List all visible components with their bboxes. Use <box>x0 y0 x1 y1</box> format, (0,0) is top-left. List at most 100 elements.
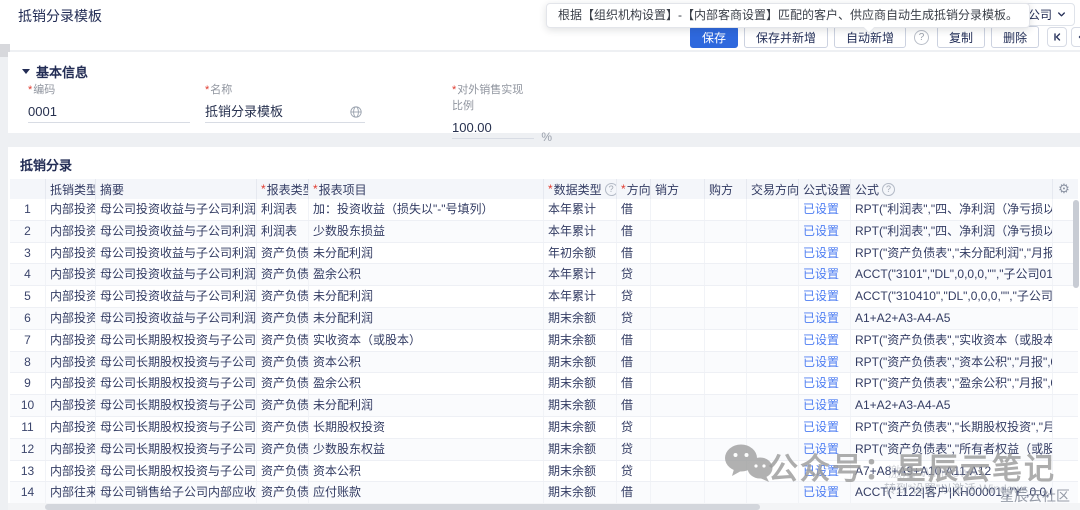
percent-suffix: % <box>541 127 552 147</box>
cell-gear-spacer <box>1053 264 1075 285</box>
cell-trade-direction <box>747 461 799 482</box>
cell-buyer <box>705 352 747 373</box>
cell-summary: 母公司长期股权投资与子公司所有者权益... <box>96 395 257 416</box>
cell-report-type: 资产负债表 <box>257 352 309 373</box>
required-asterisk: * <box>621 182 626 196</box>
globe-icon[interactable] <box>349 105 363 119</box>
formula-set-link[interactable]: 已设置 <box>803 333 839 347</box>
cell-gear-spacer <box>1053 352 1075 373</box>
header-cell-9[interactable]: 公式设置 <box>799 179 851 199</box>
cell-direction: 贷 <box>617 286 651 307</box>
cell-report-type: 利润表 <box>257 221 309 242</box>
cell-report-item: 加：投资收益（损失以"-"号填列） <box>309 199 544 220</box>
column-help-icon[interactable]: ? <box>882 183 895 196</box>
cell-formula: ACCT("3101","DL",0,0,0,"","子公司01") <box>851 264 1053 285</box>
column-settings-cell[interactable]: ⚙ <box>1053 179 1075 199</box>
prev-record-button[interactable] <box>1071 27 1080 47</box>
table-row[interactable]: 14内部往来母公司销售给子公司内部应收账款与应付...资产负债表应付账款期末余额… <box>10 482 1078 504</box>
header-cell-5[interactable]: *方向 <box>617 179 651 199</box>
column-help-icon[interactable]: ? <box>605 183 617 196</box>
cell-formula-set: 已设置 <box>799 286 851 307</box>
table-row[interactable]: 4内部投资母公司投资收益与子公司利润分配的抵销...资产负债表盈余公积本年累计贷… <box>10 264 1078 286</box>
basic-info-card: 基本信息 *编码 0001 *名称 抵销分录模板 *对外销售实现比例 100.0… <box>8 52 1080 133</box>
name-input[interactable]: 抵销分录模板 <box>205 102 365 123</box>
cell-report-item: 盈余公积 <box>309 373 544 394</box>
first-record-button[interactable] <box>1047 27 1067 47</box>
cell-data-type: 期末余额 <box>544 395 617 416</box>
save-and-new-button[interactable]: 保存并新增 <box>744 26 828 48</box>
sales-ratio-input[interactable]: 100.00 % <box>452 118 534 139</box>
vertical-scrollbar-thumb[interactable] <box>1073 200 1079 288</box>
cell-buyer <box>705 330 747 351</box>
header-cell-10[interactable]: 公式? <box>851 179 1053 199</box>
cell-elimination-type: 内部投资 <box>46 221 96 242</box>
gear-icon[interactable]: ⚙ <box>1058 181 1070 197</box>
cell-seller <box>651 308 705 329</box>
column-label: 公式设置 <box>803 181 851 198</box>
formula-set-link[interactable]: 已设置 <box>803 442 839 456</box>
page-title: 抵销分录模板 <box>18 6 102 26</box>
header-cell-3[interactable]: *报表项目 <box>309 179 544 199</box>
cell-seller <box>651 395 705 416</box>
formula-set-link[interactable]: 已设置 <box>803 420 839 434</box>
table-row[interactable]: 2内部投资母公司投资收益与子公司利润分配的抵销...利润表少数股东损益本年累计借… <box>10 221 1078 243</box>
formula-set-link[interactable]: 已设置 <box>803 464 839 478</box>
basic-info-section-toggle[interactable]: 基本信息 <box>22 62 88 81</box>
formula-set-link[interactable]: 已设置 <box>803 289 839 303</box>
formula-set-link[interactable]: 已设置 <box>803 398 839 412</box>
formula-set-link[interactable]: 已设置 <box>803 224 839 238</box>
header-cell-7[interactable]: 购方 <box>705 179 747 199</box>
formula-set-link[interactable]: 已设置 <box>803 311 839 325</box>
cell-summary: 母公司投资收益与子公司利润分配的抵销... <box>96 286 257 307</box>
formula-set-link[interactable]: 已设置 <box>803 246 839 260</box>
header-cell-0[interactable]: 抵销类型 <box>46 179 96 199</box>
cell-trade-direction <box>747 439 799 460</box>
cell-report-type: 资产负债表 <box>257 330 309 351</box>
table-row[interactable]: 8内部投资母公司长期股权投资与子公司所有者权益...资产负债表资本公积期末余额借… <box>10 352 1078 374</box>
required-asterisk: * <box>261 182 266 196</box>
header-cell-4[interactable]: *数据类型? <box>544 179 617 199</box>
cell-rownum: 7 <box>10 330 46 351</box>
cell-report-type: 资产负债表 <box>257 264 309 285</box>
column-label: 报表类型 <box>267 181 309 198</box>
column-label: 数据类型 <box>554 181 602 198</box>
table-row[interactable]: 11内部投资母公司长期股权投资与子公司所有者权益...资产负债表长期股权投资期末… <box>10 417 1078 439</box>
table-row[interactable]: 5内部投资母公司投资收益与子公司利润分配的抵销...资产负债表未分配利润本年累计… <box>10 286 1078 308</box>
table-row[interactable]: 6内部投资母公司投资收益与子公司利润分配的抵销...资产负债表未分配利润期末余额… <box>10 308 1078 330</box>
table-row[interactable]: 1内部投资母公司投资收益与子公司利润分配的抵销...利润表加：投资收益（损失以"… <box>10 199 1078 221</box>
horizontal-scrollbar-track[interactable] <box>8 503 1080 510</box>
cell-gear-spacer <box>1053 199 1075 220</box>
formula-set-link[interactable]: 已设置 <box>803 485 839 499</box>
table-row[interactable]: 3内部投资母公司投资收益与子公司利润分配的抵销...资产负债表未分配利润年初余额… <box>10 243 1078 265</box>
save-button[interactable]: 保存 <box>690 26 738 48</box>
cell-gear-spacer <box>1053 221 1075 242</box>
formula-set-link[interactable]: 已设置 <box>803 355 839 369</box>
table-row[interactable]: 9内部投资母公司长期股权投资与子公司所有者权益...资产负债表盈余公积期末余额借… <box>10 373 1078 395</box>
table-row[interactable]: 7内部投资母公司长期股权投资与子公司所有者权益...资产负债表实收资本（或股本）… <box>10 330 1078 352</box>
table-row[interactable]: 13内部投资母公司长期股权投资与子公司所有者权益...资产负债表资本公积期末余额… <box>10 461 1078 483</box>
header-cell-6[interactable]: 销方 <box>651 179 705 199</box>
cell-elimination-type: 内部投资 <box>46 461 96 482</box>
column-label: 交易方向 <box>751 181 799 198</box>
header-cell-2[interactable]: *报表类型 <box>257 179 309 199</box>
delete-button[interactable]: 删除 <box>991 26 1039 48</box>
horizontal-scrollbar-thumb[interactable] <box>45 504 760 510</box>
header-cell-8[interactable]: 交易方向 <box>747 179 799 199</box>
formula-set-link[interactable]: 已设置 <box>803 267 839 281</box>
cell-gear-spacer <box>1053 439 1075 460</box>
chevron-left-icon <box>1076 32 1080 42</box>
cell-report-type: 资产负债表 <box>257 286 309 307</box>
cell-rownum: 4 <box>10 264 46 285</box>
first-icon <box>1052 32 1062 42</box>
cell-buyer <box>705 482 747 503</box>
column-label: 报表项目 <box>319 181 367 198</box>
table-row[interactable]: 10内部投资母公司长期股权投资与子公司所有者权益...资产负债表未分配利润期末余… <box>10 395 1078 417</box>
formula-set-link[interactable]: 已设置 <box>803 202 839 216</box>
help-icon[interactable]: ? <box>914 30 929 45</box>
cell-direction: 借 <box>617 199 651 220</box>
header-cell-1[interactable]: 摘要 <box>96 179 257 199</box>
table-row[interactable]: 12内部投资母公司长期股权投资与子公司所有者权益...资产负债表少数股东权益期末… <box>10 439 1078 461</box>
formula-set-link[interactable]: 已设置 <box>803 376 839 390</box>
copy-button[interactable]: 复制 <box>937 26 985 48</box>
code-input[interactable]: 0001 <box>28 102 190 123</box>
